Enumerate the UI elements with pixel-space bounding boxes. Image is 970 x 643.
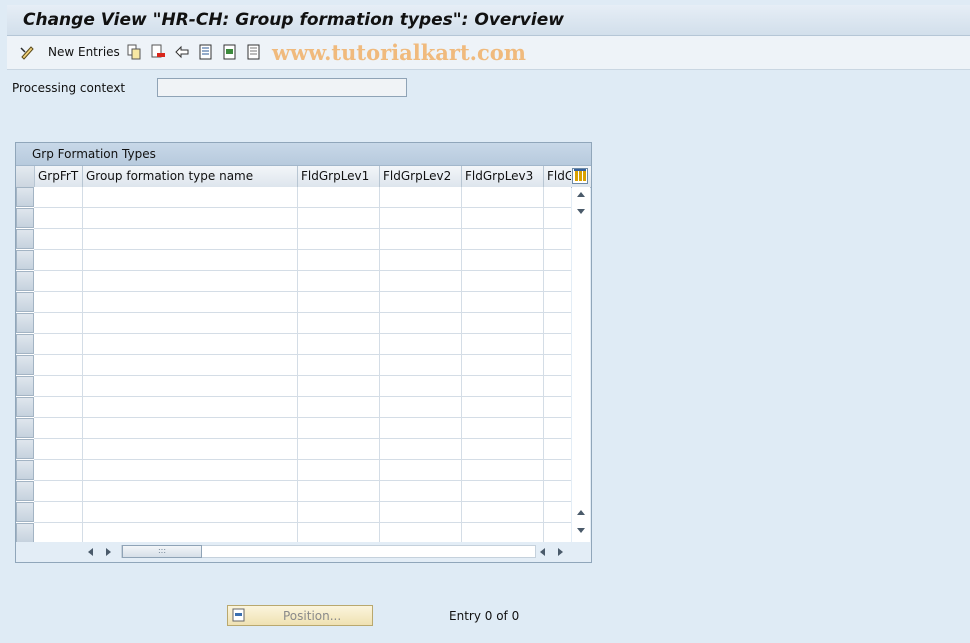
column-divider xyxy=(379,187,380,542)
processing-context-label: Processing context xyxy=(12,81,126,95)
scroll-page-down-icon[interactable] xyxy=(577,528,585,533)
scroll-up-icon[interactable] xyxy=(577,510,585,515)
column-divider xyxy=(543,187,544,542)
row-selector[interactable] xyxy=(16,187,34,207)
deselect-all-icon[interactable] xyxy=(246,44,262,60)
row-divider xyxy=(34,249,571,250)
horizontal-scrollbar[interactable]: ::: xyxy=(16,542,591,562)
select-block-icon[interactable] xyxy=(222,44,238,60)
position-button-label: Position... xyxy=(283,609,342,623)
delete-icon[interactable] xyxy=(150,44,166,60)
scroll-left-icon[interactable] xyxy=(88,548,93,556)
position-icon xyxy=(232,608,245,622)
entry-counter: Entry 0 of 0 xyxy=(449,609,520,623)
row-selector[interactable] xyxy=(16,502,34,522)
row-selector[interactable] xyxy=(16,271,34,291)
row-divider xyxy=(34,354,571,355)
column-header-fldgrplev3[interactable]: FldGrpLev3 xyxy=(462,166,544,187)
scroll-end-left-icon[interactable] xyxy=(540,548,545,556)
row-selector[interactable] xyxy=(16,355,34,375)
horizontal-scroll-thumb[interactable]: ::: xyxy=(122,545,202,558)
row-divider xyxy=(34,459,571,460)
vertical-scrollbar[interactable] xyxy=(572,187,590,542)
scroll-down-icon[interactable] xyxy=(577,209,585,214)
main-content: Processing context Grp Formation Types G… xyxy=(7,70,970,643)
table-title-bar: Grp Formation Types xyxy=(16,143,591,166)
title-bar: Change View "HR-CH: Group formation type… xyxy=(7,5,970,36)
table-body xyxy=(16,187,571,544)
display-change-icon[interactable] xyxy=(19,44,35,60)
row-selector[interactable] xyxy=(16,250,34,270)
row-divider xyxy=(34,375,571,376)
row-divider xyxy=(34,501,571,502)
row-divider xyxy=(34,291,571,292)
select-all-rows-cell[interactable] xyxy=(16,166,35,187)
copy-icon[interactable] xyxy=(126,44,142,60)
row-selector[interactable] xyxy=(16,397,34,417)
row-divider xyxy=(34,396,571,397)
table-control: Grp Formation Types GrpFrT Group formati… xyxy=(15,142,592,563)
horizontal-scroll-track[interactable]: ::: xyxy=(121,545,536,558)
column-divider xyxy=(82,187,83,542)
column-header-grpfrt[interactable]: GrpFrT xyxy=(35,166,83,187)
undo-icon[interactable] xyxy=(174,44,190,60)
row-divider xyxy=(34,312,571,313)
scroll-right-icon[interactable] xyxy=(106,548,111,556)
application-toolbar: New Entries www.tutorialkart.com xyxy=(7,36,970,70)
row-divider xyxy=(34,522,571,523)
row-divider xyxy=(34,438,571,439)
page-title: Change View "HR-CH: Group formation type… xyxy=(23,10,564,30)
column-header-fldgrplev2[interactable]: FldGrpLev2 xyxy=(380,166,462,187)
row-divider xyxy=(34,228,571,229)
row-selector[interactable] xyxy=(16,313,34,333)
row-selector[interactable] xyxy=(16,208,34,228)
row-selector[interactable] xyxy=(16,292,34,312)
row-selector[interactable] xyxy=(16,481,34,501)
table-header: GrpFrT Group formation type name FldGrpL… xyxy=(16,166,591,188)
table-title: Grp Formation Types xyxy=(32,147,156,161)
row-divider xyxy=(34,480,571,481)
row-selector[interactable] xyxy=(16,523,34,543)
position-button[interactable]: Position... xyxy=(227,605,373,626)
column-divider xyxy=(461,187,462,542)
row-selector[interactable] xyxy=(16,376,34,396)
scroll-end-right-icon[interactable] xyxy=(558,548,563,556)
column-configuration-icon[interactable] xyxy=(572,168,588,184)
row-divider xyxy=(34,270,571,271)
row-divider xyxy=(34,333,571,334)
row-selector[interactable] xyxy=(16,439,34,459)
watermark: www.tutorialkart.com xyxy=(272,40,526,65)
column-divider xyxy=(297,187,298,542)
row-selector[interactable] xyxy=(16,418,34,438)
row-divider xyxy=(34,207,571,208)
processing-context-field[interactable] xyxy=(157,78,407,97)
row-selector[interactable] xyxy=(16,229,34,249)
column-header-fldgrplev4[interactable]: FldGrpLev4 xyxy=(544,166,571,187)
row-selector[interactable] xyxy=(16,334,34,354)
new-entries-button[interactable]: New Entries xyxy=(48,45,120,59)
row-divider xyxy=(34,417,571,418)
scroll-page-up-icon[interactable] xyxy=(577,192,585,197)
select-all-icon[interactable] xyxy=(198,44,214,60)
column-header-fldgrplev1[interactable]: FldGrpLev1 xyxy=(298,166,380,187)
column-header-name[interactable]: Group formation type name xyxy=(83,166,298,187)
row-selector[interactable] xyxy=(16,460,34,480)
